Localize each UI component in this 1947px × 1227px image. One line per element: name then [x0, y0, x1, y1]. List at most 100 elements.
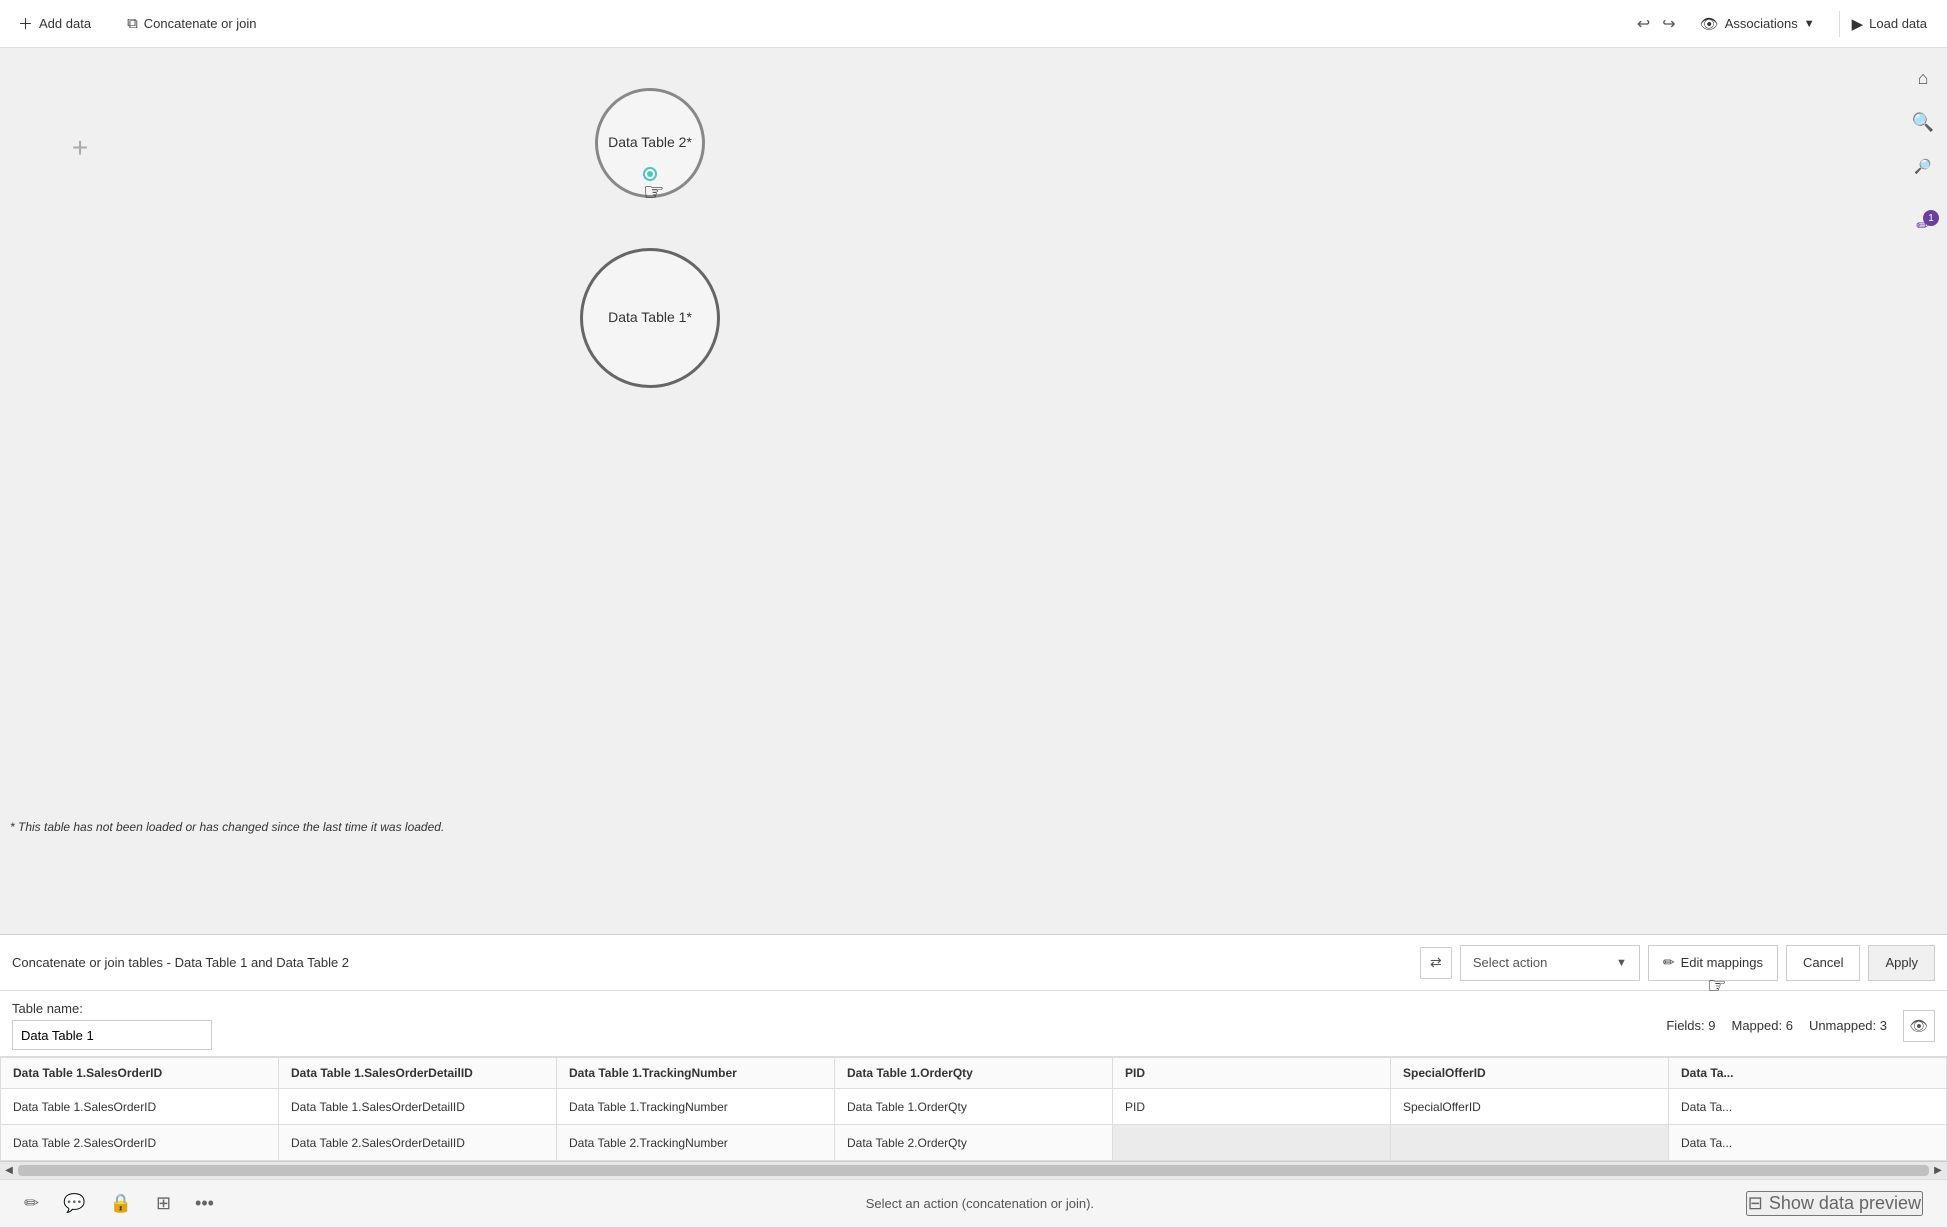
cell-0-6: Data Ta... [1669, 1089, 1947, 1125]
top-bar-right: ↩ ↪ 👁 Associations ▼ ▶ Load data [1633, 10, 1935, 38]
undo-redo-group: ↩ ↪ [1633, 10, 1680, 38]
cell-1-4 [1113, 1125, 1391, 1161]
notification-area: ✏ 1 [1905, 208, 1941, 244]
canvas-area: + Data Table 2* ☞ Data Table 1* * This t… [0, 48, 1947, 934]
mapped-count: Mapped: 6 [1732, 1018, 1793, 1033]
cell-0-5: SpecialOfferID [1391, 1089, 1669, 1125]
table-name-group: Table name: [12, 1001, 212, 1050]
note-text: * This table has not been loaded or has … [10, 820, 444, 834]
cell-1-2: Data Table 2.TrackingNumber [557, 1125, 835, 1161]
col-header-6: Data Ta... [1669, 1058, 1947, 1089]
swap-button[interactable]: ⇄ [1420, 947, 1452, 979]
zoom-out-icon: 🔎 [1914, 158, 1931, 175]
home-icon: ⌂ [1918, 68, 1929, 89]
status-grid-icon[interactable]: ⊞ [156, 1193, 171, 1214]
horizontal-scrollbar[interactable]: ◀ ▶ [0, 1161, 1947, 1179]
edit-mappings-button[interactable]: ✏ Edit mappings [1648, 945, 1778, 981]
cell-1-5 [1391, 1125, 1669, 1161]
redo-icon: ↪ [1662, 14, 1675, 34]
top-bar-left: ＋ Add data ⧉ Concatenate or join [12, 9, 1633, 38]
show-data-preview-label: Show data preview [1769, 1193, 1921, 1214]
toolbar-actions: Select action ▼ ✏ Edit mappings ☞ Cancel… [1460, 945, 1935, 981]
add-icon: ＋ [18, 13, 33, 34]
edit-icon: ✏ [1663, 954, 1675, 971]
col-header-2: Data Table 1.TrackingNumber [557, 1058, 835, 1089]
data-table-1-label: Data Table 1* [600, 300, 700, 336]
cell-0-2: Data Table 1.TrackingNumber [557, 1089, 835, 1125]
load-data-label: Load data [1869, 16, 1927, 31]
zoom-in-icon: 🔍 [1912, 112, 1934, 133]
cell-0-3: Data Table 1.OrderQty [835, 1089, 1113, 1125]
data-table-2-label: Data Table 2* [600, 125, 700, 161]
associations-button[interactable]: 👁 Associations ▼ [1692, 11, 1823, 37]
table-name-label: Table name: [12, 1001, 212, 1016]
scroll-right-button[interactable]: ▶ [1929, 1162, 1947, 1179]
show-data-preview-button[interactable]: ⊟ Show data preview [1746, 1191, 1923, 1216]
load-data-button[interactable]: ▶ Load data [1839, 11, 1935, 37]
cell-1-3: Data Table 2.OrderQty [835, 1125, 1113, 1161]
zoom-in-button[interactable]: 🔍 [1905, 104, 1941, 140]
top-bar: ＋ Add data ⧉ Concatenate or join ↩ ↪ 👁 A… [0, 0, 1947, 48]
add-data-label: Add data [39, 16, 91, 31]
status-lock-icon[interactable]: 🔒 [110, 1193, 132, 1214]
associations-label: Associations [1725, 16, 1798, 31]
col-header-1: Data Table 1.SalesOrderDetailID [279, 1058, 557, 1089]
col-header-4: PID [1113, 1058, 1391, 1089]
table-header-row: Data Table 1.SalesOrderID Data Table 1.S… [1, 1058, 1947, 1089]
concatenate-button[interactable]: ⧉ Concatenate or join [121, 11, 262, 36]
add-node-button[interactable]: + [60, 128, 100, 168]
cell-0-1: Data Table 1.SalesOrderDetailID [279, 1089, 557, 1125]
chevron-down-icon: ▼ [1804, 18, 1815, 30]
show-preview-icon: ⊟ [1748, 1193, 1763, 1214]
right-toolbar: ⌂ 🔍 🔎 ✏ 1 [1899, 48, 1947, 934]
cell-1-1: Data Table 2.SalesOrderDetailID [279, 1125, 557, 1161]
plus-icon: + [72, 132, 88, 164]
add-data-button[interactable]: ＋ Add data [12, 9, 97, 38]
cell-0-0: Data Table 1.SalesOrderID [1, 1089, 279, 1125]
status-more-icon[interactable]: ••• [195, 1193, 214, 1214]
undo-button[interactable]: ↩ [1633, 10, 1654, 38]
play-icon: ▶ [1852, 15, 1864, 33]
zoom-out-button[interactable]: 🔎 [1905, 148, 1941, 184]
col-header-3: Data Table 1.OrderQty [835, 1058, 1113, 1089]
table-stats: Fields: 9 Mapped: 6 Unmapped: 3 👁 [1666, 1010, 1935, 1042]
status-pencil-icon[interactable]: ✏ [24, 1193, 39, 1214]
edit-mappings-label: Edit mappings [1681, 955, 1763, 970]
preview-button[interactable]: 👁 [1903, 1010, 1935, 1042]
table-name-row: Table name: Fields: 9 Mapped: 6 Unmapped… [0, 991, 1947, 1056]
status-bar: ✏ 💬 🔒 ⊞ ••• Select an action (concatenat… [0, 1179, 1947, 1227]
cancel-label: Cancel [1803, 955, 1843, 970]
scroll-left-button[interactable]: ◀ [0, 1162, 18, 1179]
apply-label: Apply [1885, 955, 1918, 970]
table-name-input[interactable] [12, 1020, 212, 1050]
redo-button[interactable]: ↪ [1658, 10, 1679, 38]
concatenate-icon: ⧉ [127, 15, 138, 32]
cell-0-4: PID [1113, 1089, 1391, 1125]
apply-button[interactable]: Apply [1868, 945, 1935, 981]
data-table: Data Table 1.SalesOrderID Data Table 1.S… [0, 1057, 1947, 1161]
data-table-2-node[interactable]: Data Table 2* [595, 88, 705, 198]
select-action-dropdown[interactable]: Select action ▼ [1460, 945, 1640, 981]
connection-dot-inner-2 [647, 171, 653, 177]
scroll-thumb[interactable] [18, 1165, 1929, 1176]
concatenate-label: Concatenate or join [144, 16, 257, 31]
eye-preview-icon: 👁 [1909, 1017, 1928, 1035]
notification-badge: 1 [1923, 210, 1939, 226]
col-header-5: SpecialOfferID [1391, 1058, 1669, 1089]
cancel-button[interactable]: Cancel [1786, 945, 1860, 981]
unmapped-count: Unmapped: 3 [1809, 1018, 1887, 1033]
cell-1-0: Data Table 2.SalesOrderID [1, 1125, 279, 1161]
data-table-wrapper: Data Table 1.SalesOrderID Data Table 1.S… [0, 1056, 1947, 1161]
cell-1-6: Data Ta... [1669, 1125, 1947, 1161]
select-action-label: Select action [1473, 955, 1547, 970]
home-button[interactable]: ⌂ [1905, 60, 1941, 96]
bottom-panel: Concatenate or join tables - Data Table … [0, 934, 1947, 1227]
connection-dot-2 [643, 167, 657, 181]
table-row: Data Table 1.SalesOrderID Data Table 1.S… [1, 1089, 1947, 1125]
data-table-1-node[interactable]: Data Table 1* [580, 248, 720, 388]
status-chat-icon[interactable]: 💬 [63, 1193, 85, 1214]
eye-icon: 👁 [1700, 15, 1719, 33]
fields-count: Fields: 9 [1666, 1018, 1715, 1033]
dropdown-chevron-icon: ▼ [1616, 957, 1627, 969]
toolbar-row: Concatenate or join tables - Data Table … [0, 935, 1947, 991]
